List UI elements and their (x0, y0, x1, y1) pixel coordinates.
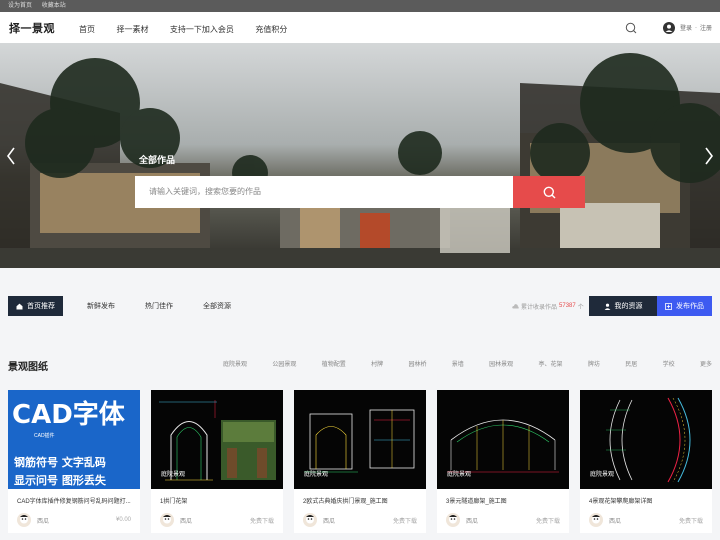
cloud-icon (512, 304, 519, 309)
category-item[interactable]: 村牌 (371, 359, 383, 368)
card-price: 免费下载 (678, 518, 703, 525)
main-nav: 首页 择一素材 支持一下加入会员 充值积分 (79, 19, 304, 37)
card-thumbnail[interactable]: 庭院景观 (151, 390, 283, 489)
hero-search-bar: 请输入关键词，搜索您要的作品 (135, 176, 585, 208)
author-avatar (160, 513, 174, 527)
card-thumbnail[interactable]: 庭院景观 (437, 390, 569, 489)
poster-line-2: 显示问号 图形丢失 (14, 474, 106, 487)
resource-card[interactable]: 庭院景观 3景元隧道廊架_施工图 西瓜 免费下载 (437, 390, 569, 533)
category-item[interactable]: 牌坊 (588, 359, 600, 368)
collection-stats: 累计收录作品 57387 个 (512, 302, 584, 311)
my-resources-button[interactable]: 我的资源 (589, 296, 657, 316)
hero-label: 全部作品 (139, 155, 176, 165)
category-item[interactable]: 庭院景观 (223, 359, 247, 368)
category-more[interactable]: 更多 (700, 359, 712, 368)
search-icon (543, 186, 555, 198)
login-separator: · (694, 24, 697, 31)
carousel-prev-icon[interactable] (6, 146, 16, 166)
tab-recommended[interactable]: 首页推荐 (8, 296, 63, 316)
tab-new[interactable]: 新鲜发布 (87, 301, 115, 311)
poster-line-1: 钢筋符号 文字乱码 (14, 456, 106, 469)
resource-grid: CAD字体 CAD插件 钢筋符号 文字乱码 显示问号 图形丢失 CAD字体库插件… (8, 390, 712, 533)
site-logo[interactable]: 择一景观 (9, 20, 55, 36)
collection-count: 57387 (559, 303, 576, 309)
card-thumbnail[interactable]: 庭院景观 (294, 390, 426, 489)
card-price: 免费下载 (249, 518, 274, 525)
user-avatar-icon[interactable] (662, 21, 675, 34)
hero-architecture-image (0, 43, 720, 268)
card-title[interactable]: CAD字体库插件修复钢筋问号乱码问题打... (8, 489, 140, 509)
category-item[interactable]: 景墙 (452, 359, 464, 368)
section-title: 景观图纸 (8, 362, 48, 373)
author-avatar (303, 513, 317, 527)
nav-membership[interactable]: 支持一下加入会员 (170, 25, 234, 34)
hero-banner: 全部作品 请输入关键词，搜索您要的作品 (0, 43, 720, 268)
tab-all[interactable]: 全部资源 (203, 301, 231, 311)
card-category-tag: 庭院景观 (161, 472, 186, 478)
nav-materials[interactable]: 择一素材 (116, 25, 148, 34)
category-item[interactable]: 园林桥 (408, 359, 426, 368)
resource-card[interactable]: CAD字体 CAD插件 钢筋符号 文字乱码 显示问号 图形丢失 CAD字体库插件… (8, 390, 140, 533)
nav-home[interactable]: 首页 (79, 25, 95, 34)
cad-font-poster: CAD字体 CAD插件 钢筋符号 文字乱码 显示问号 图形丢失 (8, 390, 140, 489)
card-category-tag: 庭院景观 (590, 472, 615, 478)
category-item[interactable]: 公园景观 (272, 359, 296, 368)
resource-card[interactable]: 庭院景观 4景观花架攀爬廊架详图 西瓜 免费下载 (580, 390, 712, 533)
card-title[interactable]: 3景元隧道廊架_施工图 (437, 489, 569, 509)
category-filter: 庭院景观 公园景观 植物配置 村牌 园林桥 景墙 园林景观 亭、花架 牌坊 民居… (223, 359, 712, 368)
card-title[interactable]: 4景观花架攀爬廊架详图 (580, 489, 712, 509)
card-title[interactable]: 1拱门花架 (151, 489, 283, 509)
content-tabs: 首页推荐 新鲜发布 热门佳作 全部资源 累计收录作品 57387 个 我的资源 … (8, 296, 712, 316)
author-name[interactable]: 西瓜 (609, 516, 621, 525)
author-name[interactable]: 西瓜 (37, 516, 49, 525)
poster-title: CAD字体 (12, 400, 125, 430)
card-price: 免费下载 (392, 518, 417, 525)
category-item[interactable]: 亭、花架 (539, 359, 563, 368)
author-name[interactable]: 西瓜 (323, 516, 335, 525)
category-item[interactable]: 植物配置 (322, 359, 346, 368)
register-link[interactable]: 注册 (700, 23, 712, 32)
resource-card[interactable]: 庭院景观 2欧式古典婚庆拱门景观_施工图 西瓜 免费下载 (294, 390, 426, 533)
search-input[interactable]: 请输入关键词，搜索您要的作品 (135, 176, 513, 208)
category-item[interactable]: 学校 (663, 359, 675, 368)
author-avatar (17, 513, 31, 527)
set-home-link[interactable]: 设为首页 (8, 3, 32, 9)
author-name[interactable]: 西瓜 (180, 516, 192, 525)
card-thumbnail[interactable]: CAD字体 CAD插件 钢筋符号 文字乱码 显示问号 图形丢失 (8, 390, 140, 489)
card-title[interactable]: 2欧式古典婚庆拱门景观_施工图 (294, 489, 426, 509)
author-avatar (446, 513, 460, 527)
publish-icon (665, 302, 672, 310)
top-utility-bar: 设为首页 收藏本站 (0, 0, 720, 12)
card-price: ¥0.00 (115, 517, 131, 523)
author-name[interactable]: 西瓜 (466, 516, 478, 525)
search-icon[interactable] (625, 22, 637, 34)
card-category-tag: 庭院景观 (304, 472, 329, 478)
card-price: 免费下载 (535, 518, 560, 525)
carousel-next-icon[interactable] (704, 146, 714, 166)
author-avatar (589, 513, 603, 527)
bookmark-link[interactable]: 收藏本站 (42, 3, 66, 9)
login-link[interactable]: 登录 (680, 23, 692, 32)
publish-button[interactable]: 发布作品 (657, 296, 712, 316)
category-item[interactable]: 园林景观 (489, 359, 513, 368)
tab-popular[interactable]: 热门佳作 (145, 301, 173, 311)
resource-card[interactable]: 庭院景观 1拱门花架 西瓜 免费下载 (151, 390, 283, 533)
home-icon (16, 303, 23, 309)
search-button[interactable] (513, 176, 585, 208)
card-thumbnail[interactable]: 庭院景观 (580, 390, 712, 489)
site-header: 择一景观 首页 择一素材 支持一下加入会员 充值积分 登录 · 注册 (0, 12, 720, 43)
nav-recharge[interactable]: 充值积分 (255, 25, 287, 34)
user-icon (604, 303, 610, 310)
card-category-tag: 庭院景观 (447, 472, 472, 478)
poster-subtitle: CAD插件 (34, 433, 55, 439)
category-item[interactable]: 民居 (625, 359, 637, 368)
